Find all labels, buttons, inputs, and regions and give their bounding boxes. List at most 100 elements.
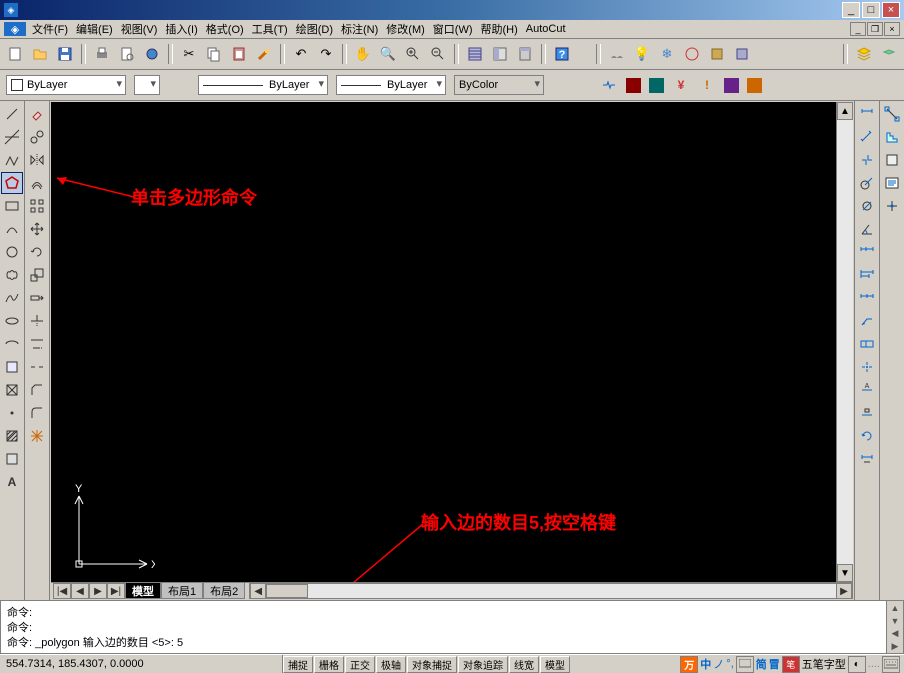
menu-view[interactable]: 视图(V) (117, 21, 162, 37)
rectangle-tool[interactable] (1, 195, 23, 217)
copy-tool[interactable] (26, 126, 48, 148)
dimtedit-tool[interactable] (856, 402, 878, 424)
help-button[interactable]: ? (551, 43, 573, 65)
ime-moon-icon[interactable]: ◐ (848, 656, 866, 673)
menu-tools[interactable]: 工具(T) (248, 21, 292, 37)
trim-tool[interactable] (26, 310, 48, 332)
qleader-tool[interactable] (856, 310, 878, 332)
misc-icon-2[interactable] (626, 78, 641, 93)
properties-button[interactable] (464, 43, 486, 65)
fillet-tool[interactable] (26, 402, 48, 424)
layer-color-icon[interactable] (681, 43, 703, 65)
menu-window[interactable]: 窗口(W) (429, 21, 477, 37)
distance-tool[interactable] (881, 103, 903, 125)
ime-softkbd-icon[interactable] (736, 656, 754, 673)
vertical-scrollbar[interactable]: ▲ ▼ (836, 102, 853, 582)
mode-snap[interactable]: 捕捉 (283, 656, 313, 673)
cmd-scroll-up[interactable]: ▲ (887, 601, 903, 614)
dimedit-tool[interactable]: A (856, 379, 878, 401)
cmd-scroll-left[interactable]: ◀ (887, 627, 903, 640)
layer-properties-icon[interactable] (878, 43, 900, 65)
polygon-tool[interactable] (1, 172, 23, 194)
xline-tool[interactable] (1, 126, 23, 148)
ime-keyboard-icon[interactable] (882, 656, 900, 673)
point-tool[interactable] (1, 402, 23, 424)
copy-button[interactable] (203, 43, 225, 65)
array-tool[interactable] (26, 195, 48, 217)
layers-stack-icon[interactable] (853, 43, 875, 65)
move-tool[interactable] (26, 218, 48, 240)
arc-tool[interactable] (1, 218, 23, 240)
menu-autocut[interactable]: AutoCut (522, 23, 570, 35)
ime-engine-icon[interactable]: 笔 (782, 656, 800, 673)
mode-grid[interactable]: 栅格 (314, 656, 344, 673)
chamfer-tool[interactable] (26, 379, 48, 401)
mode-lwt[interactable]: 线宽 (509, 656, 539, 673)
hatch-tool[interactable] (1, 425, 23, 447)
layer-lightbulb-icon[interactable]: 💡 (631, 43, 653, 65)
explode-tool[interactable] (26, 425, 48, 447)
tab-layout2[interactable]: 布局2 (203, 583, 245, 599)
doc-restore-button[interactable]: ❐ (867, 22, 883, 36)
tool-palettes-button[interactable] (514, 43, 536, 65)
mode-osnap[interactable]: 对象捕捉 (407, 656, 457, 673)
layer-freeze-icon[interactable]: ❄ (656, 43, 678, 65)
line-tool[interactable] (1, 103, 23, 125)
doc-minimize-button[interactable]: _ (850, 22, 866, 36)
print-button[interactable] (91, 43, 113, 65)
extend-tool[interactable] (26, 333, 48, 355)
redo-button[interactable]: ↷ (315, 43, 337, 65)
menu-insert[interactable]: 插入(I) (161, 21, 201, 37)
scroll-left-button[interactable]: ◀ (250, 583, 266, 599)
quick-dim-tool[interactable] (856, 241, 878, 263)
misc-icon-6[interactable] (724, 78, 739, 93)
command-scrollbar[interactable]: ▲ ▼ ◀ ▶ (886, 601, 903, 653)
dim-diameter-tool[interactable] (856, 195, 878, 217)
cmd-scroll-right[interactable]: ▶ (887, 640, 903, 653)
region-mass-tool[interactable] (881, 149, 903, 171)
ellipse-arc-tool[interactable] (1, 333, 23, 355)
doc-close-button[interactable]: × (884, 22, 900, 36)
pan-button[interactable]: ✋ (352, 43, 374, 65)
circle-tool[interactable] (1, 241, 23, 263)
dim-linear-tool[interactable] (856, 103, 878, 125)
dropdown-arrow1[interactable] (134, 75, 160, 95)
zoom-window-button[interactable] (427, 43, 449, 65)
list-tool[interactable] (881, 172, 903, 194)
new-button[interactable] (4, 43, 26, 65)
region-tool[interactable] (1, 448, 23, 470)
undo-button[interactable]: ↶ (290, 43, 312, 65)
close-button[interactable]: × (882, 2, 900, 18)
spline-tool[interactable] (1, 287, 23, 309)
misc-icon-7[interactable] (747, 78, 762, 93)
erase-tool[interactable] (26, 103, 48, 125)
linetype-combo[interactable]: ByLayer (198, 75, 328, 95)
misc-icon-4[interactable]: ¥ (672, 76, 690, 94)
publish-button[interactable] (141, 43, 163, 65)
tab-layout1[interactable]: 布局1 (161, 583, 203, 599)
save-button[interactable] (54, 43, 76, 65)
layer-more-icon[interactable] (731, 43, 753, 65)
ime-logo-icon[interactable]: 万 (680, 656, 698, 673)
layer-combo[interactable]: ByLayer (6, 75, 126, 95)
scroll-right-button[interactable]: ▶ (836, 583, 852, 599)
ime-toolbar[interactable]: 万 中 ノ °, 简 冒 笔 五笔字型 ◐ .... (680, 656, 900, 672)
ellipse-tool[interactable] (1, 310, 23, 332)
center-mark-tool[interactable] (856, 356, 878, 378)
dim-radius-tool[interactable] (856, 172, 878, 194)
minimize-button[interactable]: _ (842, 2, 860, 18)
dim-continue-tool[interactable] (856, 287, 878, 309)
drawing-canvas[interactable]: Y X 单击多边形命令 输入边的数目5,按空格键 (51, 102, 836, 582)
make-block-tool[interactable] (1, 379, 23, 401)
menu-dimension[interactable]: 标注(N) (337, 21, 382, 37)
tolerance-tool[interactable] (856, 333, 878, 355)
menu-modify[interactable]: 修改(M) (382, 21, 429, 37)
dim-angular-tool[interactable] (856, 218, 878, 240)
tab-nav-prev[interactable]: ◀ (71, 583, 89, 599)
print-preview-button[interactable] (116, 43, 138, 65)
menu-file[interactable]: 文件(F) (28, 21, 72, 37)
scroll-up-button[interactable]: ▲ (837, 102, 853, 120)
misc-icon-1[interactable] (600, 76, 618, 94)
dim-aligned-tool[interactable] (856, 126, 878, 148)
tab-nav-next[interactable]: ▶ (89, 583, 107, 599)
